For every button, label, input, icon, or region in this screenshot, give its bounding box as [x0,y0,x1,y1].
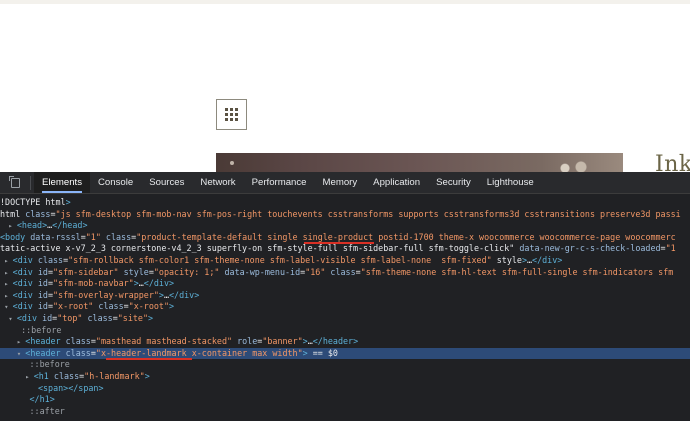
page-top-strip [0,0,690,4]
devtools-tabbar: Elements Console Sources Network Perform… [0,172,690,194]
tab-lighthouse[interactable]: Lighthouse [479,172,542,193]
inspect-element-icon [8,175,20,188]
dom-node[interactable]: ▸ <head>…</head> [0,220,690,232]
dom-node-text: ::after [29,405,65,416]
dom-node-text: </h1> [29,394,55,405]
dom-node[interactable]: ▸ <div id="sfm-mob-navbar">…</div> [0,278,690,290]
dom-node[interactable]: ::before [0,325,690,337]
collapsed-arrow-icon[interactable]: ▸ [0,373,34,381]
dom-node[interactable]: ▸ <header class="masthead masthead-stack… [0,336,690,348]
dom-node[interactable]: ::after [0,406,690,418]
tab-application[interactable]: Application [365,172,428,193]
tab-network[interactable]: Network [192,172,243,193]
dom-node[interactable]: ▸ <div id="sfm-overlay-wrapper">…</div> [0,290,690,302]
grid-menu-button[interactable] [216,99,247,130]
product-hero-image [216,153,623,173]
tab-memory[interactable]: Memory [315,172,366,193]
tab-console[interactable]: Console [90,172,141,193]
dom-node-selected[interactable]: ▾ <header class="x-header-landmark x-con… [0,347,690,360]
dom-node-text: <head>…</head> [16,220,88,231]
dom-node-text: <span></span> [37,382,104,393]
dom-node[interactable]: ▸ <div id="sfm-sidebar" style="opacity: … [0,267,690,279]
dom-node[interactable]: <span></span> [0,383,690,395]
collapsed-arrow-icon[interactable]: ▸ [0,292,13,300]
devtools-panel: Elements Console Sources Network Perform… [0,172,690,421]
collapsed-arrow-icon[interactable]: ▸ [0,222,17,230]
dom-node-text: <h1 class="h-landmark"> [33,370,150,381]
dom-node[interactable]: !DOCTYPE html> [0,197,690,209]
dom-node-text: <div id="top" class="site"> [16,312,154,323]
inspect-element-button[interactable] [0,172,30,193]
collapsed-arrow-icon[interactable]: ▸ [0,269,13,277]
dom-node-text: <header class="masthead masthead-stacked… [25,336,359,347]
tab-security[interactable]: Security [428,172,479,193]
dom-node[interactable]: ▾ <div id="x-root" class="x-root"> [0,301,690,313]
collapsed-arrow-icon[interactable]: ▸ [0,280,13,288]
dom-node[interactable]: ▸ <div class="sfm-rollback sfm-color1 sf… [0,255,690,267]
tab-divider [30,175,31,190]
expanded-arrow-icon[interactable]: ▾ [0,315,17,323]
collapsed-arrow-icon[interactable]: ▸ [0,257,13,265]
dom-node[interactable]: tatic-active x-v7_2_3 cornerstone-v4_2_3… [0,243,690,255]
tab-performance[interactable]: Performance [244,172,315,193]
dom-tree: !DOCTYPE html> html class="js sfm-desktop… [0,194,690,417]
tab-elements[interactable]: Elements [34,172,90,193]
dom-node-text: !DOCTYPE html> [0,197,71,207]
dom-node[interactable]: </h1> [0,394,690,406]
dom-node-text: html class="js sfm-desktop sfm-mob-nav s… [0,208,681,219]
dom-node[interactable]: ::before [0,359,690,371]
dom-node-text: <div id="sfm-mob-navbar">…</div> [12,278,175,289]
dom-node-text: <div class="sfm-rollback sfm-color1 sfm-… [12,254,563,265]
dom-node-text: ::before [29,359,70,370]
grid-icon [225,108,238,121]
expanded-arrow-icon[interactable]: ▾ [0,350,25,358]
dom-node[interactable]: ▾ <div id="top" class="site"> [0,313,690,325]
dom-node-text: tatic-active x-v7_2_3 cornerstone-v4_2_3… [0,243,676,254]
dom-node[interactable]: ▸ <h1 class="h-landmark"> [0,371,690,383]
collapsed-arrow-icon[interactable]: ▸ [0,338,25,346]
dom-node-text: ::before [21,324,62,335]
dom-node-text: <header class="x-header-landmark x-conta… [25,347,338,358]
dom-node[interactable]: <body data-rsssl="1" class="product-temp… [0,232,690,244]
dom-node[interactable]: html class="js sfm-desktop sfm-mob-nav s… [0,209,690,221]
dom-node-text: <div id="x-root" class="x-root"> [12,301,175,312]
dom-node-text: <div id="sfm-sidebar" style="opacity: 1;… [12,266,674,277]
expanded-arrow-icon[interactable]: ▾ [0,303,13,311]
tab-sources[interactable]: Sources [141,172,192,193]
dom-node-text: <body data-rsssl="1" class="product-temp… [0,231,676,242]
dom-node-text: <div id="sfm-overlay-wrapper">…</div> [12,289,200,300]
